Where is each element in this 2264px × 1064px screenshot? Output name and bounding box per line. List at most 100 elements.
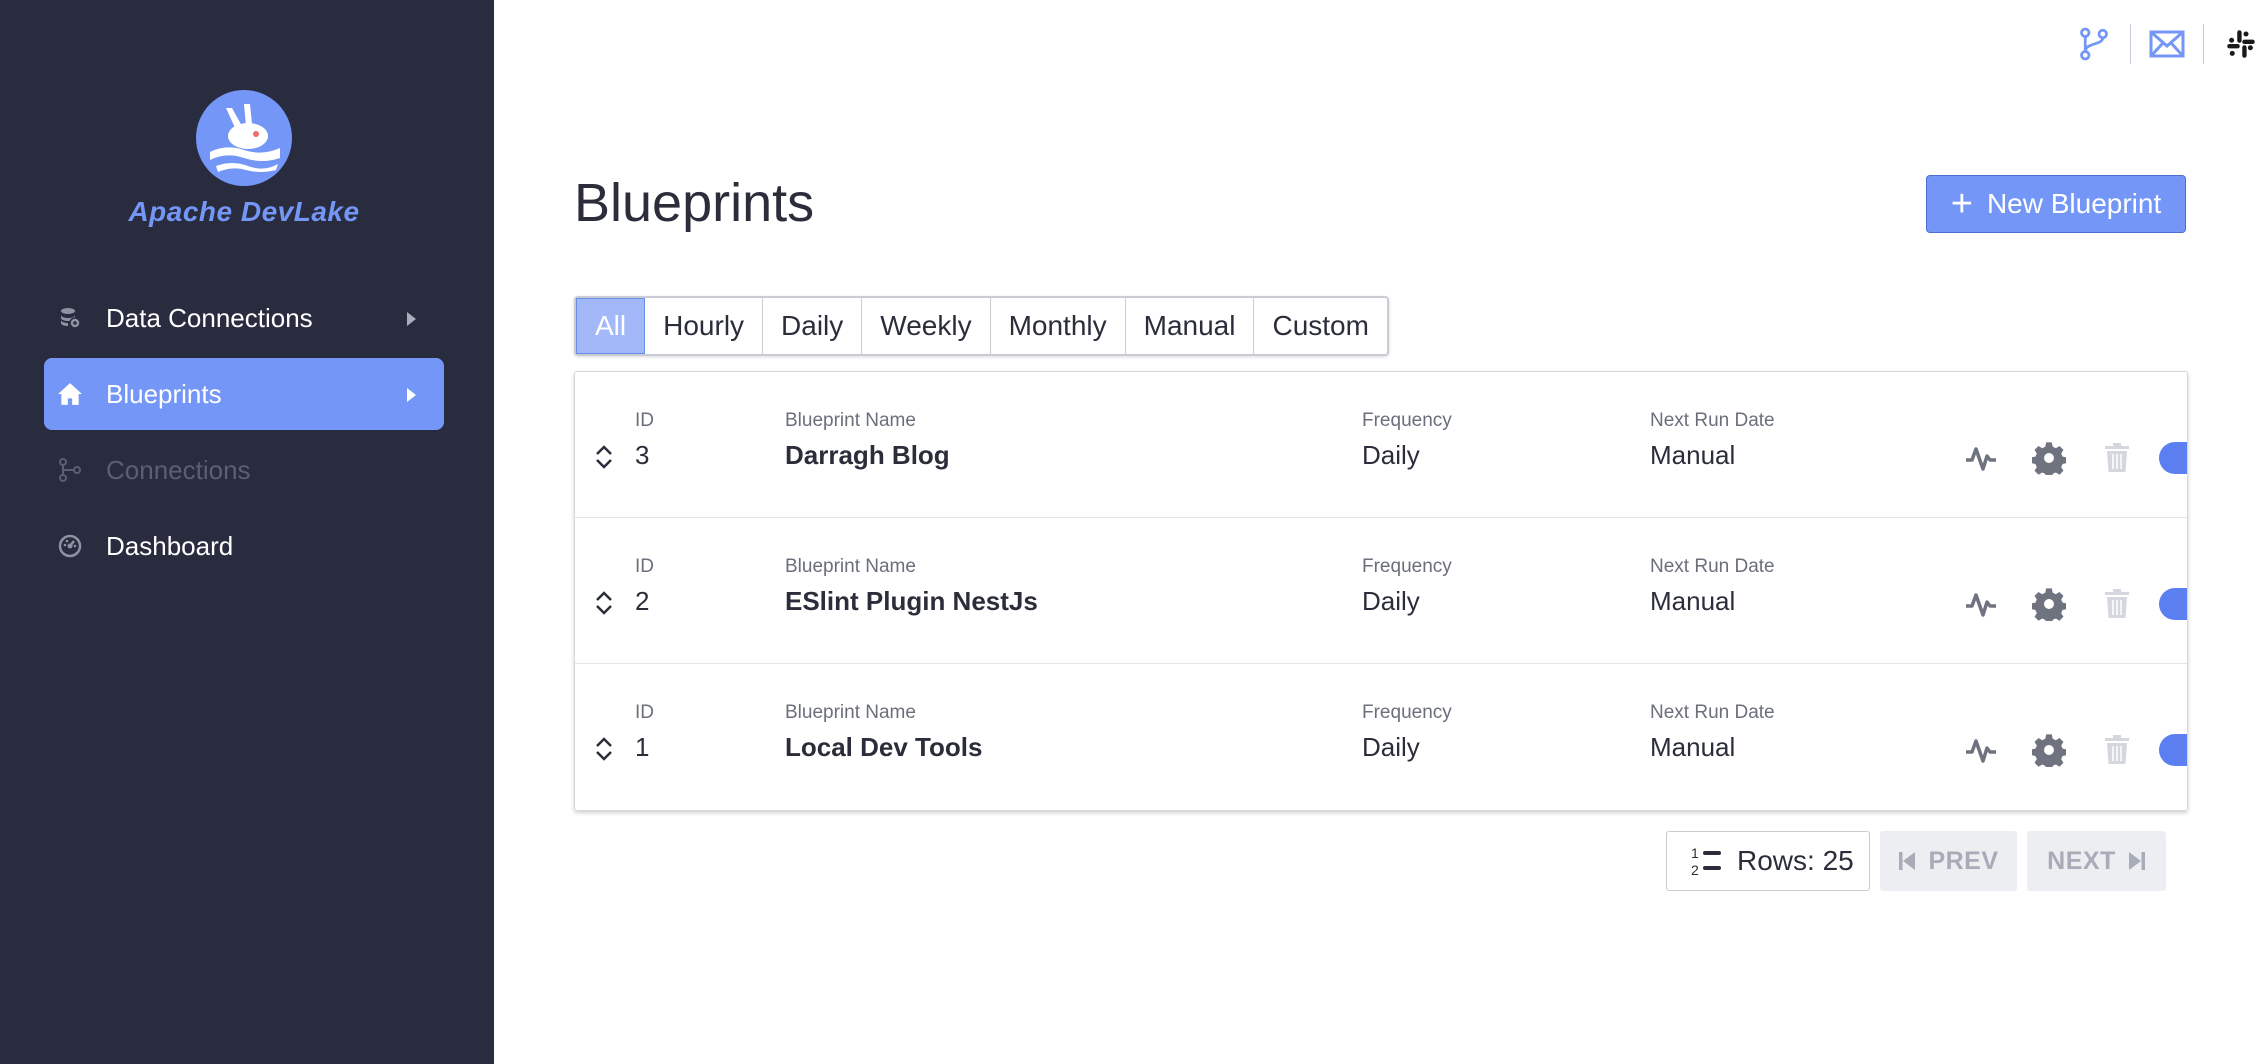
name-label: Blueprint Name (785, 702, 916, 723)
name-cell: Blueprint Name ESlint Plugin NestJs (785, 556, 1038, 617)
activity-icon (1966, 447, 1996, 471)
activity-icon (1966, 593, 1996, 617)
next-run-label: Next Run Date (1650, 702, 1775, 723)
sidebar-item-blueprints[interactable]: Blueprints (44, 358, 444, 430)
sidebar-item-data-connections[interactable]: Data Connections (44, 282, 444, 354)
next-run-cell: Next Run Date Manual (1650, 702, 1775, 763)
frequency-cell: Frequency Daily (1362, 410, 1452, 471)
filter-all[interactable]: All (576, 298, 646, 354)
logo-text: Apache DevLake (128, 196, 360, 227)
git-branch-icon (56, 456, 84, 484)
enable-toggle[interactable] (2159, 442, 2187, 474)
next-run-value: Manual (1650, 732, 1736, 762)
name-cell: Blueprint Name Darragh Blog (785, 410, 950, 471)
activity-button[interactable] (1947, 730, 2015, 770)
frequency-value: Daily (1362, 732, 1420, 762)
frequency-value: Daily (1362, 586, 1420, 616)
dashboard-icon (56, 532, 84, 560)
slack-icon (2227, 30, 2255, 58)
svg-text:1: 1 (1691, 845, 1699, 861)
email-link[interactable] (2131, 22, 2203, 66)
home-icon (56, 380, 84, 408)
id-cell: ID 2 (635, 556, 654, 617)
devlake-logo (196, 90, 292, 186)
frequency-filter: All Hourly Daily Weekly Monthly Manual C… (574, 296, 1389, 356)
blueprint-name[interactable]: Local Dev Tools (785, 732, 982, 763)
activity-button[interactable] (1947, 584, 2015, 624)
row-actions (1947, 584, 2187, 624)
frequency-label: Frequency (1362, 556, 1452, 577)
slack-link[interactable] (2204, 22, 2264, 66)
filter-hourly[interactable]: Hourly (645, 298, 764, 354)
filter-daily[interactable]: Daily (763, 298, 863, 354)
sidebar-item-connections[interactable]: Connections (44, 434, 444, 506)
caret-right-icon (407, 388, 416, 402)
activity-button[interactable] (1947, 438, 2015, 478)
skip-back-icon (1899, 852, 1916, 870)
settings-button[interactable] (2015, 584, 2083, 624)
enable-toggle[interactable] (2159, 588, 2187, 620)
database-icon (56, 304, 84, 332)
expand-icon[interactable] (593, 590, 615, 616)
id-value: 1 (635, 732, 650, 762)
next-run-cell: Next Run Date Manual (1650, 410, 1775, 471)
top-toolbar (2058, 22, 2264, 66)
id-label: ID (635, 556, 654, 577)
delete-button[interactable] (2083, 438, 2151, 478)
filter-weekly[interactable]: Weekly (862, 298, 991, 354)
activity-icon (1966, 739, 1996, 763)
git-branch-icon (2080, 27, 2108, 61)
sidebar-item-label: Dashboard (106, 530, 234, 561)
filter-custom[interactable]: Custom (1254, 298, 1386, 354)
filter-monthly[interactable]: Monthly (991, 298, 1126, 354)
row-actions (1947, 438, 2187, 478)
delete-button[interactable] (2083, 730, 2151, 770)
sidebar: Apache DevLake Data Connections Blueprin… (0, 0, 494, 1064)
enable-toggle[interactable] (2159, 734, 2187, 766)
trash-icon (2105, 589, 2129, 618)
mail-icon (2149, 30, 2185, 58)
next-page-button[interactable]: NEXT (2027, 831, 2166, 891)
sidebar-item-dashboard[interactable]: Dashboard (44, 510, 444, 582)
rows-per-page-button[interactable]: 12 Rows: 25 (1666, 831, 1870, 891)
table-row: ID 3 Blueprint Name Darragh Blog Frequen… (575, 372, 2187, 518)
blueprint-name[interactable]: ESlint Plugin NestJs (785, 586, 1038, 617)
sidebar-item-label: Data Connections (106, 302, 313, 333)
blueprints-table: ID 3 Blueprint Name Darragh Blog Frequen… (574, 371, 2188, 811)
table-row: ID 1 Blueprint Name Local Dev Tools Freq… (575, 664, 2187, 810)
id-cell: ID 1 (635, 702, 654, 763)
prev-page-button[interactable]: PREV (1880, 831, 2017, 891)
id-cell: ID 3 (635, 410, 654, 471)
next-run-label: Next Run Date (1650, 410, 1775, 431)
name-label: Blueprint Name (785, 410, 916, 431)
next-run-value: Manual (1650, 440, 1736, 470)
frequency-cell: Frequency Daily (1362, 556, 1452, 617)
settings-button[interactable] (2015, 730, 2083, 770)
expand-icon[interactable] (593, 736, 615, 762)
filter-manual[interactable]: Manual (1126, 298, 1255, 354)
settings-button[interactable] (2015, 438, 2083, 478)
expand-icon[interactable] (593, 444, 615, 470)
next-run-label: Next Run Date (1650, 556, 1775, 577)
frequency-cell: Frequency Daily (1362, 702, 1452, 763)
next-label: NEXT (2047, 846, 2116, 875)
new-blueprint-button[interactable]: + New Blueprint (1926, 175, 2186, 233)
sidebar-item-label: Blueprints (106, 378, 222, 409)
blueprint-name[interactable]: Darragh Blog (785, 440, 950, 471)
frequency-label: Frequency (1362, 410, 1452, 431)
delete-button[interactable] (2083, 584, 2151, 624)
id-label: ID (635, 702, 654, 723)
name-label: Blueprint Name (785, 556, 916, 577)
frequency-value: Daily (1362, 440, 1420, 470)
github-link[interactable] (2058, 22, 2130, 66)
toggle-track (2159, 734, 2187, 766)
id-value: 2 (635, 586, 650, 616)
plus-icon: + (1950, 183, 1973, 225)
row-actions (1947, 730, 2187, 770)
new-blueprint-label: New Blueprint (1986, 188, 2162, 219)
table-row: ID 2 Blueprint Name ESlint Plugin NestJs… (575, 518, 2187, 664)
toggle-track (2159, 442, 2187, 474)
id-value: 3 (635, 440, 650, 470)
numbered-list-icon: 12 (1691, 845, 1721, 878)
toggle-track (2159, 588, 2187, 620)
